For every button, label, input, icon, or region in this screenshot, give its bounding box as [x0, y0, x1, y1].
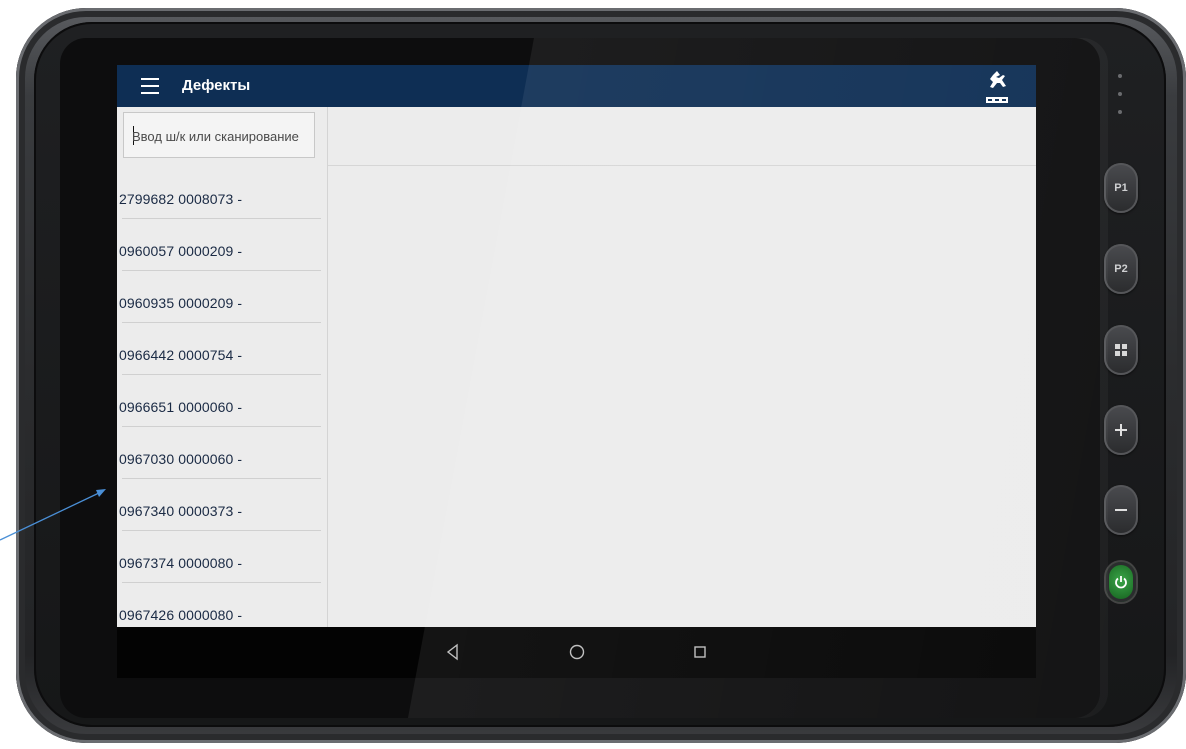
barcode-search-input[interactable]: [132, 126, 312, 146]
indicator-dot: [1118, 92, 1122, 96]
list-item-label: 0967374 0000080 -: [119, 555, 243, 571]
list-item[interactable]: 0966442 0000754 -: [117, 323, 327, 375]
windows-hardware-button[interactable]: [1104, 325, 1138, 375]
indicator-dot: [1118, 110, 1122, 114]
device-photo: P1 P2 Дефекты Ввод ш/к или сканирование …: [0, 0, 1186, 749]
power-hardware-button[interactable]: [1106, 562, 1136, 602]
list-item-label: 0967030 0000060 -: [119, 451, 243, 467]
list-item-label: 2799682 0008073 -: [119, 191, 243, 207]
list-item-label: 0960935 0000209 -: [119, 295, 243, 311]
list-item-label: 0960057 0000209 -: [119, 243, 243, 259]
list-item-label: 0967340 0000373 -: [119, 503, 243, 519]
list-item[interactable]: 0960057 0000209 -: [117, 219, 327, 271]
volume-up-hardware-button[interactable]: [1104, 405, 1138, 455]
hamburger-menu-icon[interactable]: [141, 78, 159, 94]
list-item[interactable]: 2799682 0008073 -: [117, 167, 327, 219]
minus-icon: [1115, 509, 1127, 511]
list-item[interactable]: 0966651 0000060 -: [117, 375, 327, 427]
plus-icon: [1115, 424, 1127, 436]
list-item-label: 0966442 0000754 -: [119, 347, 243, 363]
indicator-dot: [1118, 74, 1122, 78]
list-item-label: 0966651 0000060 -: [119, 399, 243, 415]
list-item[interactable]: 0960935 0000209 -: [117, 271, 327, 323]
barcode-list: 2799682 0008073 - 0960057 0000209 - 0960…: [117, 167, 327, 635]
list-item[interactable]: 0967340 0000373 -: [117, 479, 327, 531]
power-icon: [1115, 576, 1127, 589]
barcode-list-panel: 2799682 0008073 - 0960057 0000209 - 0960…: [117, 107, 328, 627]
list-item-label: 0967426 0000080 -: [119, 607, 243, 623]
search-box[interactable]: [123, 112, 315, 158]
list-item[interactable]: 0967030 0000060 -: [117, 427, 327, 479]
windows-icon: [1115, 344, 1127, 356]
p2-hardware-button[interactable]: P2: [1104, 244, 1138, 294]
list-item[interactable]: 0967374 0000080 -: [117, 531, 327, 583]
page-title: Дефекты: [182, 77, 251, 94]
p1-hardware-button[interactable]: P1: [1104, 163, 1138, 213]
volume-down-hardware-button[interactable]: [1104, 485, 1138, 535]
